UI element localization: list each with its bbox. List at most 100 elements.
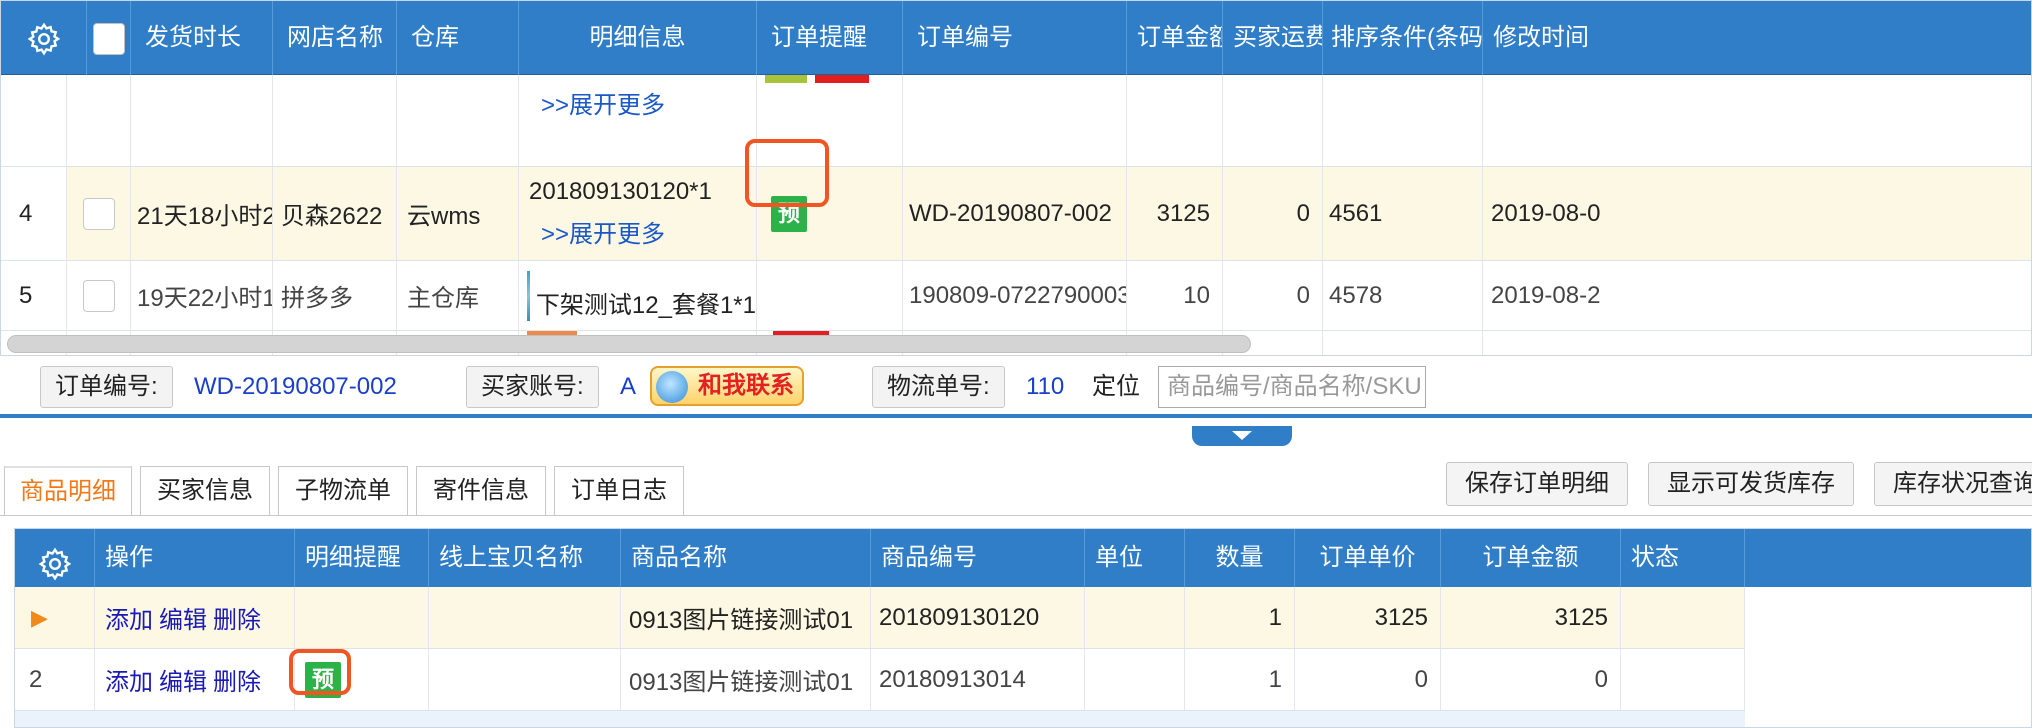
freight-cell: 0: [1223, 167, 1323, 260]
order-no-cell: [903, 75, 1127, 166]
shop-cell: 贝森2622: [273, 167, 397, 260]
contact-me-label: 和我联系: [698, 372, 794, 399]
edit-link[interactable]: 编辑: [159, 662, 207, 697]
order-no-value: WD-20190807-002: [194, 373, 397, 400]
online-name-cell: [429, 587, 621, 648]
duration-cell: [131, 75, 273, 166]
gear-icon: [38, 547, 71, 581]
shop-cell: [273, 75, 397, 166]
col-header-qty[interactable]: 数量: [1185, 529, 1295, 587]
edit-link[interactable]: 编辑: [159, 600, 207, 635]
row-checkbox-cell: [67, 261, 131, 330]
col-header-sort[interactable]: 排序条件(条码): [1323, 1, 1483, 75]
col-header-unit[interactable]: 单位: [1085, 529, 1185, 587]
row-checkbox[interactable]: [82, 197, 115, 230]
table-row[interactable]: 2 添加 编辑 删除 预 0913图片链接测试01 20180913014 1 …: [15, 649, 1745, 711]
duration-cell: 21天18小时2…: [131, 167, 273, 260]
col-header-product-code[interactable]: 商品编号: [871, 529, 1085, 587]
product-search-input[interactable]: [1158, 366, 1426, 408]
amount-cell: [1127, 75, 1223, 166]
row-checkbox[interactable]: [82, 279, 115, 312]
row-checkbox-cell: [67, 75, 131, 166]
col-header-freight[interactable]: 买家运费: [1223, 1, 1323, 75]
select-all-checkbox-cell: [87, 1, 131, 75]
contact-me-button[interactable]: 和我联系: [650, 366, 804, 406]
delete-link[interactable]: 删除: [213, 600, 261, 635]
highlight-box: [745, 139, 829, 207]
product-thumbnail[interactable]: [527, 270, 530, 321]
locate-label: 定位: [1092, 373, 1140, 400]
row-number: 2: [15, 649, 95, 710]
order-grid-header: 发货时长 网店名称 仓库 明细信息 订单提醒 订单编号 订单金额 买家运费 排序…: [1, 1, 2031, 75]
chat-icon: [656, 371, 688, 403]
product-name-cell: 0913图片链接测试01: [621, 649, 871, 710]
online-name-cell: [429, 649, 621, 710]
add-link[interactable]: 添加: [105, 600, 153, 635]
row-number: 4: [1, 167, 67, 260]
tab-shipping-info[interactable]: 寄件信息: [416, 466, 546, 516]
stock-query-button[interactable]: 库存状况查询: [1874, 462, 2032, 506]
collapse-splitter-toggle[interactable]: [1192, 426, 1292, 446]
tab-buyer-info[interactable]: 买家信息: [140, 466, 270, 516]
select-all-checkbox[interactable]: [92, 22, 125, 55]
gear-icon: [27, 22, 60, 56]
order-grid: 发货时长 网店名称 仓库 明细信息 订单提醒 订单编号 订单金额 买家运费 排序…: [0, 0, 2032, 356]
shop-cell: 拼多多: [273, 261, 397, 330]
sort-cell: 4578: [1323, 261, 1483, 330]
table-row[interactable]: 5 19天22小时1… 拼多多 主仓库 下架测试12_套餐1*1 190809-…: [1, 261, 2031, 331]
status-cell: [1621, 587, 1745, 648]
col-header-unit-price[interactable]: 订单单价: [1295, 529, 1441, 587]
col-header-reminder[interactable]: 订单提醒: [757, 1, 903, 75]
col-header-detail[interactable]: 明细信息: [519, 1, 757, 75]
col-header-online-name[interactable]: 线上宝贝名称: [429, 529, 621, 587]
tab-sub-logistics[interactable]: 子物流单: [278, 466, 408, 516]
table-row[interactable]: >>展开更多: [1, 75, 2031, 167]
buyer-value: A: [620, 373, 637, 400]
amount-cell: 3125: [1127, 167, 1223, 260]
tabs-divider: [0, 515, 2032, 516]
highlight-box: [289, 649, 351, 695]
reminder-flag-green: [765, 75, 807, 83]
detail-cell: 下架测试12_套餐1*1: [519, 261, 757, 330]
order-no-cell: WD-20190807-002: [903, 167, 1127, 260]
col-header-ops[interactable]: 操作: [95, 529, 295, 587]
unit-price-cell[interactable]: 3125: [1295, 587, 1441, 648]
table-row[interactable]: 4 21天18小时2… 贝森2622 云wms 201809130120*1 >…: [1, 167, 2031, 261]
unit-price-cell[interactable]: 0: [1295, 649, 1441, 710]
expand-more-link[interactable]: >>展开更多: [541, 214, 665, 249]
show-available-stock-button[interactable]: 显示可发货库存: [1648, 462, 1854, 506]
qty-cell[interactable]: 1: [1185, 649, 1295, 710]
tab-product-detail[interactable]: 商品明细: [4, 466, 132, 516]
col-header-product-name[interactable]: 商品名称: [621, 529, 871, 587]
unit-cell: [1085, 587, 1185, 648]
product-code-cell: 201809130120: [871, 587, 1085, 648]
table-row[interactable]: ▶ 添加 编辑 删除 0913图片链接测试01 201809130120 1 3…: [15, 587, 1745, 649]
current-row-arrow-icon: ▶: [31, 604, 48, 630]
col-header-shop[interactable]: 网店名称: [273, 1, 397, 75]
expand-more-link[interactable]: >>展开更多: [541, 85, 665, 120]
delete-link[interactable]: 删除: [213, 662, 261, 697]
detail-grid-settings-button[interactable]: [15, 529, 95, 587]
qty-cell[interactable]: 1: [1185, 587, 1295, 648]
col-header-amount[interactable]: 订单金额: [1127, 1, 1223, 75]
col-header-detail-reminder[interactable]: 明细提醒: [295, 529, 429, 587]
col-header-order-amount[interactable]: 订单金额: [1441, 529, 1621, 587]
col-header-status[interactable]: 状态: [1621, 529, 1745, 587]
table-row[interactable]: [15, 711, 1745, 727]
tab-order-log[interactable]: 订单日志: [554, 466, 684, 516]
detail-reminder-cell: [295, 587, 429, 648]
col-header-order-no[interactable]: 订单编号: [903, 1, 1127, 75]
sort-cell: 4561: [1323, 167, 1483, 260]
horizontal-scrollbar[interactable]: [7, 335, 1251, 353]
row-checkbox-cell: [67, 167, 131, 260]
col-header-warehouse[interactable]: 仓库: [397, 1, 519, 75]
product-name-cell: 0913图片链接测试01: [621, 587, 871, 648]
grid-settings-button[interactable]: [1, 1, 87, 75]
row-indicator: ▶: [15, 587, 95, 648]
logistics-value: 110: [1026, 373, 1065, 400]
row-number: [1, 75, 67, 166]
save-order-detail-button[interactable]: 保存订单明细: [1446, 462, 1628, 506]
col-header-duration[interactable]: 发货时长: [131, 1, 273, 75]
add-link[interactable]: 添加: [105, 662, 153, 697]
col-header-modified[interactable]: 修改时间: [1483, 1, 2031, 75]
